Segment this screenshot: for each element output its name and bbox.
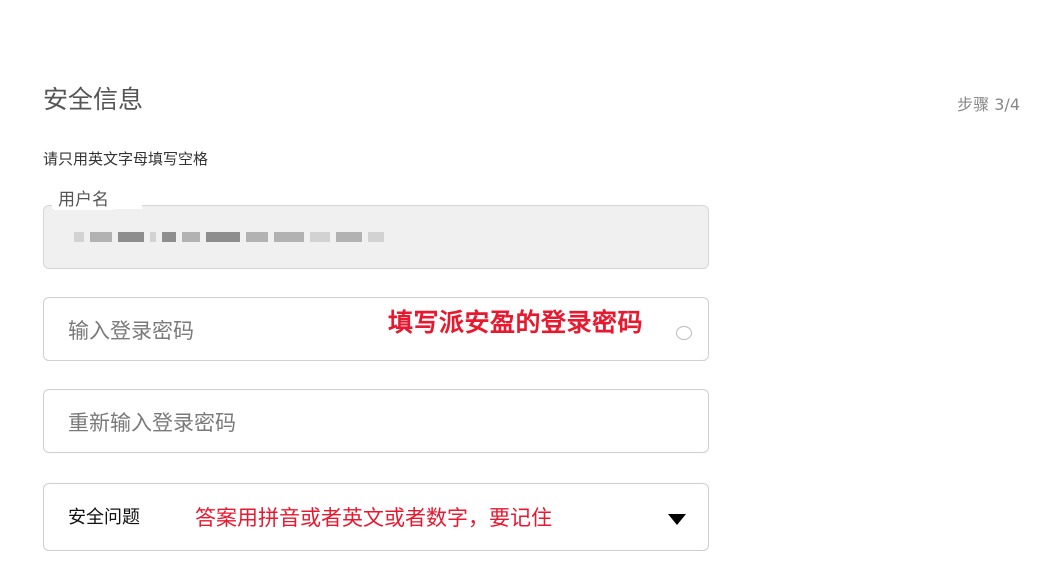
username-field: 用户名 <box>43 190 709 269</box>
step-indicator: 步骤 3/4 <box>957 95 1020 114</box>
password-placeholder: 输入登录密码 <box>68 319 194 343</box>
confirm-password-placeholder: 重新输入登录密码 <box>68 411 236 435</box>
caret-down-icon[interactable] <box>668 514 686 525</box>
security-question-label: 安全问题 <box>68 507 140 528</box>
password-annotation: 填写派安盈的登录密码 <box>388 308 644 337</box>
eye-icon[interactable] <box>676 326 692 340</box>
section-title: 安全信息 <box>43 85 144 114</box>
english-only-hint: 请只用英文字母填写空格 <box>43 150 209 168</box>
username-legend: 用户名 <box>54 190 113 210</box>
security-question-select[interactable]: 安全问题 答案用拼音或者英文或者数字，要记住 <box>43 483 709 551</box>
username-blurred-value <box>74 232 384 242</box>
security-question-note: 答案用拼音或者英文或者数字，要记住 <box>195 506 552 530</box>
security-info-page: 安全信息 步骤 3/4 请只用英文字母填写空格 用户名 输入登录密码 填写派安盈… <box>0 0 1038 565</box>
confirm-password-input[interactable]: 重新输入登录密码 <box>43 389 709 453</box>
